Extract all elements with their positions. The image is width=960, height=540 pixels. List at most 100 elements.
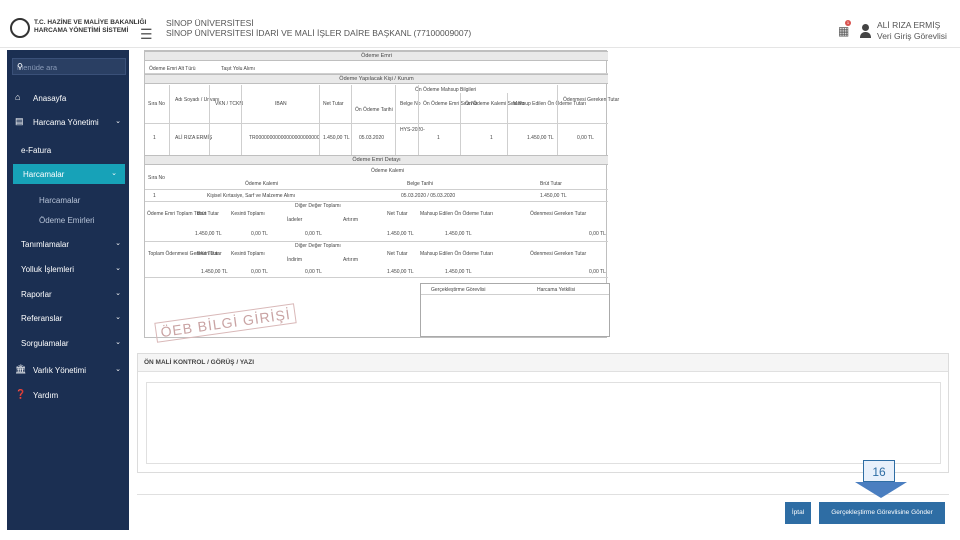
user-name: ALİ RIZA ERMİŞ xyxy=(877,20,941,30)
row4-mahsup: 1.450,00 TL xyxy=(445,269,472,275)
sidebar-item-harcamalar[interactable]: Harcamalar ⌄ xyxy=(13,164,125,184)
menu-search-input[interactable]: Menüde ara ⚲ xyxy=(12,58,126,75)
sidebar-item-yardim[interactable]: ❓ Yardım xyxy=(7,385,129,405)
main-content: Ödeme Emri Ödeme Emri Alt Türü Taşıt Yol… xyxy=(137,48,949,540)
sidebar-item-anasayfa[interactable]: ⌂ Anasayfa xyxy=(7,88,129,108)
col3-odenmesi: Ödenmesi Gereken Tutar xyxy=(530,211,587,217)
row4-kesinti: 0,00 TL xyxy=(251,269,268,275)
user-role: Veri Giriş Görevlisi xyxy=(877,31,947,41)
row3-brut: 1.450,00 TL xyxy=(195,231,222,237)
sidebar-item-raporlar[interactable]: Raporlar ⌄ xyxy=(7,284,129,304)
row2-sira: 1 xyxy=(153,193,156,199)
row1-mahsup: 1.450,00 TL xyxy=(527,135,554,141)
payment-order-document: Ödeme Emri Ödeme Emri Alt Türü Taşıt Yol… xyxy=(144,50,619,343)
institution-name: SİNOP ÜNİVERSİTESİ SİNOP ÜNİVERSİTESİ İD… xyxy=(166,18,471,38)
logo-line2: HARCAMA YÖNETİMİ SİSTEMİ xyxy=(34,27,129,34)
row3-odenmesi: 0,00 TL xyxy=(589,231,606,237)
top-bar: T.C. HAZİNE VE MALİYE BAKANLIĞI HARCAMA … xyxy=(0,0,960,48)
send-to-officer-button[interactable]: Gerçekleştirme Görevlisine Gönder xyxy=(819,502,945,524)
col3-artirim: Artırım xyxy=(343,217,358,223)
col2-belge-tarihi: Belge Tarihi xyxy=(407,181,434,187)
sidebar-item-referanslar[interactable]: Referanslar ⌄ xyxy=(7,308,129,328)
sidebar-subitem-odeme-emirleri[interactable]: Ödeme Emirleri xyxy=(7,210,129,230)
panel-title: ÖN MALİ KONTROL / GÖRÜŞ / YAZI xyxy=(144,359,255,366)
on-mali-kontrol-panel: ÖN MALİ KONTROL / GÖRÜŞ / YAZI xyxy=(137,353,949,473)
row3-mahsup: 1.450,00 TL xyxy=(445,231,472,237)
diger-toplam-header: Diğer Değer Toplamı xyxy=(295,203,341,209)
col4-indirim: İndirim xyxy=(287,257,303,263)
panel-header: ÖN MALİ KONTROL / GÖRÜŞ / YAZI xyxy=(138,354,948,372)
row4-indirim: 0,00 TL xyxy=(305,269,322,275)
signature-box: Gerçekleştirme Görevlisi Harcama Yetkili… xyxy=(420,283,610,337)
sidebar-item-varlik-yonetimi[interactable]: 🏛 Varlık Yönetimi ⌄ xyxy=(7,360,129,380)
row2-brut: 1.450,00 TL xyxy=(540,193,567,199)
col-adi-soyadi: Adı Soyadı / Unvanı xyxy=(175,97,220,103)
row3-kesinti: 0,00 TL xyxy=(251,231,268,237)
search-icon[interactable]: ⚲ xyxy=(17,62,119,71)
hamburger-menu-icon[interactable]: ☰ xyxy=(140,26,153,43)
section-odeme-emri: Ödeme Emri xyxy=(145,51,608,61)
col-on-odeme-tarihi: Ön Ödeme Tarihi xyxy=(355,107,393,113)
footer-divider xyxy=(137,494,949,495)
down-arrow-icon xyxy=(855,482,907,498)
col-net-tutar: Net Tutar xyxy=(323,101,344,107)
sidebar-item-yolluk-islemleri[interactable]: Yolluk İşlemleri ⌄ xyxy=(7,259,129,279)
row1-odenmesi: 0,00 TL xyxy=(577,135,594,141)
row1-kalemi-sira: 1 xyxy=(490,135,493,141)
col3-mahsup: Mahsup Edilen Ön Ödeme Tutarı xyxy=(420,211,494,217)
sidebar-item-harcama-yonetimi[interactable]: ▤ Harcama Yönetimi ⌄ xyxy=(7,112,129,132)
row2-tarih: 05.03.2020 / 05.03.2020 xyxy=(401,193,456,199)
col4-mahsup: Mahsup Edilen Ön Ödeme Tutarı xyxy=(420,251,494,257)
col4-kesinti: Kesinti Toplamı xyxy=(231,251,265,257)
col-vkn: VKN / TCKN xyxy=(215,101,243,107)
row3-iade: 0,00 TL xyxy=(305,231,322,237)
sidebar-item-tanimlamalar[interactable]: Tanımlamalar ⌄ xyxy=(7,234,129,254)
col-odenmesi-gereken: Ödenmesi Gereken Tutar xyxy=(563,97,620,103)
watermark-stamp: ÖEB BİLGİ GİRİŞİ xyxy=(154,303,297,343)
row4-brut: 1.450,00 TL xyxy=(201,269,228,275)
chevron-down-icon: ⌄ xyxy=(111,170,117,177)
row1-ad: ALİ RIZA ERMİŞ xyxy=(175,135,213,141)
home-icon: ⌂ xyxy=(15,92,21,102)
sidebar-item-sorgulamalar[interactable]: Sorgulamalar ⌄ xyxy=(7,333,129,353)
institution-line2: SİNOP ÜNİVERSİTESİ İDARİ VE MALİ İŞLER D… xyxy=(166,28,472,38)
gorus-textarea[interactable] xyxy=(146,382,941,464)
col4-net: Net Tutar xyxy=(387,251,408,257)
chevron-down-icon: ⌄ xyxy=(115,314,121,321)
col4-odenmesi: Ödenmesi Gereken Tutar xyxy=(530,251,587,257)
row1-net: 1.450,00 TL xyxy=(323,135,350,141)
chevron-down-icon: ⌄ xyxy=(115,118,121,125)
sig-gerceklestirme: Gerçekleştirme Görevlisi xyxy=(431,287,486,293)
col3-iade: İadeler xyxy=(287,217,303,223)
sidebar: Menüde ara ⚲ ⌂ Anasayfa ▤ Harcama Yöneti… xyxy=(7,50,129,530)
row4-net: 1.450,00 TL xyxy=(387,269,414,275)
section-emri-detay: Ödeme Emri Detayı xyxy=(145,155,608,165)
row1-iban: TR00000000000000000000000 xyxy=(249,135,320,141)
bank-icon: 🏛 xyxy=(15,364,27,374)
help-icon: ❓ xyxy=(15,389,27,399)
apps-grid-icon[interactable]: ▦ xyxy=(838,24,849,38)
institution-line1: SİNOP ÜNİVERSİTESİ xyxy=(166,18,254,28)
diger-toplam2-header: Diğer Değer Toplamı xyxy=(295,243,341,249)
odeme-emri-alt-turu-value: Taşıt Yolu Alımı xyxy=(221,66,255,72)
logo-line1: T.C. HAZİNE VE MALİYE BAKANLIĞI xyxy=(34,19,147,26)
col2-brut: Brüt Tutar xyxy=(540,181,562,187)
col-sira-no: Sıra No xyxy=(148,101,165,107)
sidebar-subitem-harcamalar[interactable]: Harcamalar xyxy=(7,190,129,210)
col2-sira: Sıra No xyxy=(148,175,165,181)
col3-net: Net Tutar xyxy=(387,211,408,217)
list-icon: ▤ xyxy=(15,116,24,126)
user-info[interactable]: ALİ RIZA ERMİŞ Veri Giriş Görevlisi xyxy=(877,20,947,42)
col4-artirim: Artırım xyxy=(343,257,358,263)
col4-brut: Brüt Tutar xyxy=(197,251,219,257)
chevron-down-icon: ⌄ xyxy=(115,366,121,373)
sidebar-item-e-fatura[interactable]: e-Fatura xyxy=(7,140,129,160)
user-icon[interactable] xyxy=(860,24,871,38)
ministry-logo-icon xyxy=(10,18,30,38)
cancel-button[interactable]: İptal xyxy=(785,502,811,524)
step-number: 16 xyxy=(863,460,895,482)
sig-harcama-yetkilisi: Harcama Yetkilisi xyxy=(537,287,576,293)
row1-tarih: 05.03.2020 xyxy=(359,135,385,141)
row1-emri-sira: 1 xyxy=(437,135,440,141)
row1-belge: HYS-2020- xyxy=(400,127,425,133)
